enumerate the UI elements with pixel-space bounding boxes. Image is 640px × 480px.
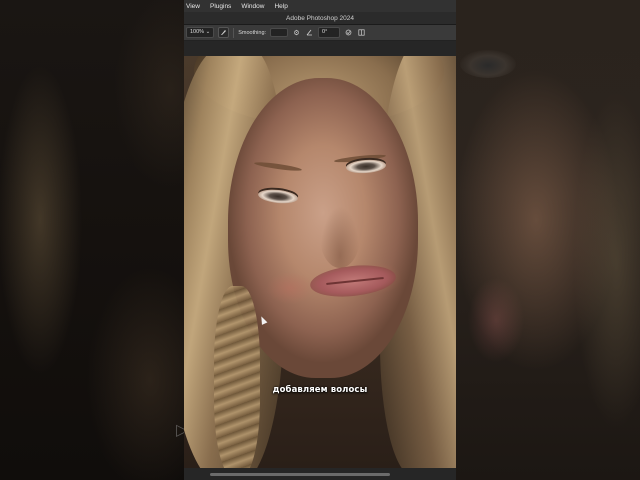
chevron-down-icon: ⌄ [205,29,211,35]
video-caption: добавляем волосы [272,385,368,395]
angle-input[interactable]: 0° [318,27,341,38]
angle-icon [305,28,314,37]
angle-value: 0° [322,29,328,35]
pressure-icon[interactable] [344,28,353,37]
menu-plugins[interactable]: Plugins [210,3,231,10]
document-canvas[interactable]: добавляем волосы [184,56,456,468]
zoom-value: 100% [190,29,205,35]
options-divider [233,27,235,38]
smoothing-label: Smoothing: [238,29,267,36]
photo-nose [320,206,360,268]
gear-icon[interactable]: ⚙ [292,28,301,37]
brush-settings-icon[interactable] [218,27,230,38]
window-title-bar: Adobe Photoshop 2024 [184,12,456,25]
blurred-backdrop-left: ▷ [0,0,184,480]
scrollbar-thumb[interactable] [210,473,390,476]
blurred-backdrop-right [456,0,640,480]
menu-window[interactable]: Window [241,3,264,10]
menu-view[interactable]: View [186,3,200,10]
ghost-tool-icon: ▷ [176,420,184,439]
backdrop-eye [460,50,516,78]
photo-braid [214,286,260,468]
symmetry-icon[interactable] [357,28,366,37]
options-bar: 100% ⌄ Smoothing: ⚙ 0° [184,25,456,41]
horizontal-scrollbar[interactable] [184,468,456,480]
zoom-field[interactable]: 100% ⌄ [186,27,215,38]
smoothing-input[interactable] [270,28,289,37]
window-title: Adobe Photoshop 2024 [286,14,354,22]
video-frame: ▷ View Plugins Window Help Adobe Photosh… [0,0,640,480]
photoshop-window: View Plugins Window Help Adobe Photoshop… [184,0,456,480]
menu-help[interactable]: Help [274,3,287,10]
menu-bar: View Plugins Window Help [184,0,456,12]
